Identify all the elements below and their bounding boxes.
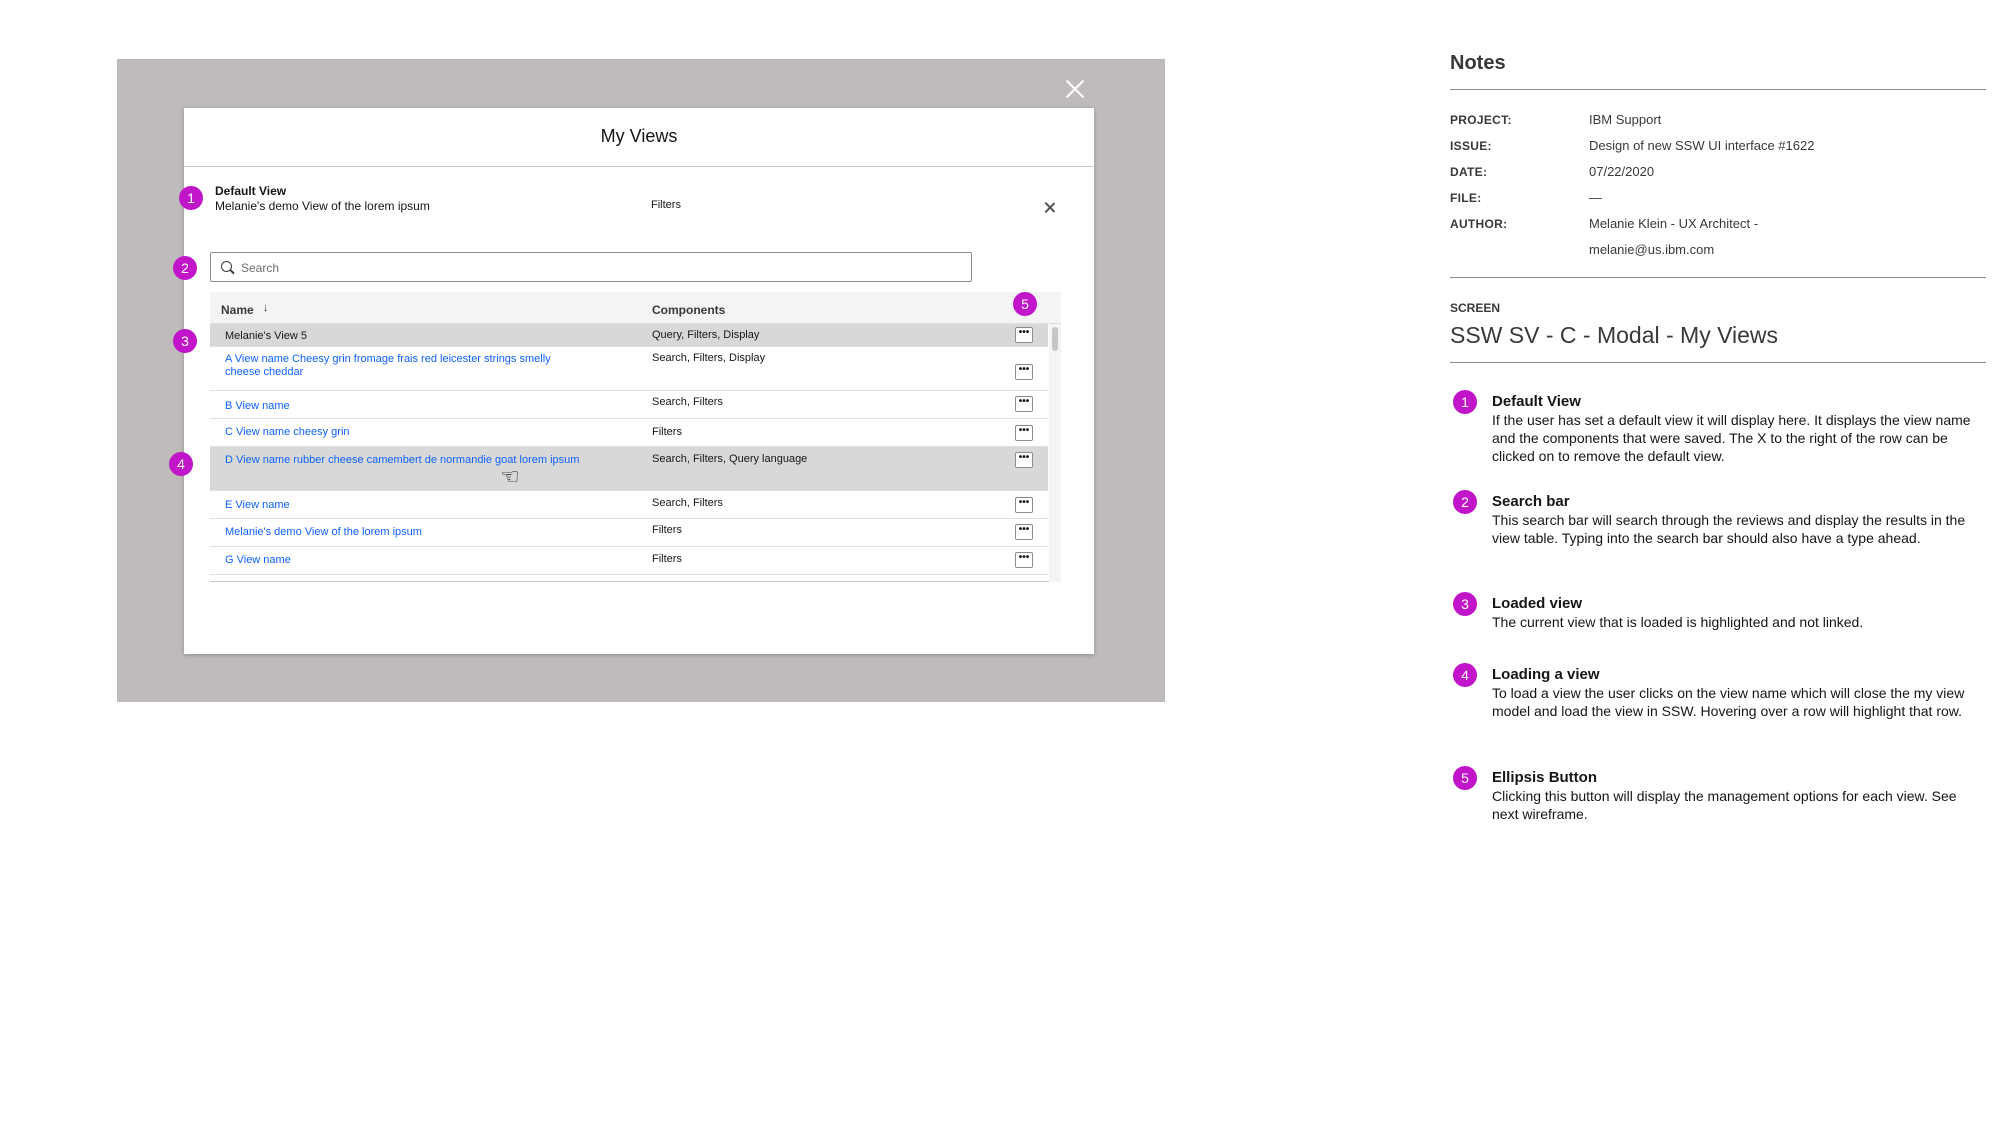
column-header-name[interactable]: Name — [221, 303, 254, 317]
note-title: Default View — [1492, 393, 1581, 410]
view-name-link[interactable]: B View name — [225, 400, 585, 413]
view-name-link[interactable]: A View name Cheesy grin fromage frais re… — [225, 353, 585, 379]
view-name-link[interactable]: D View name rubber cheese camembert de n… — [225, 454, 585, 467]
view-components: Search, Filters, Display — [652, 352, 766, 364]
search-input[interactable] — [241, 259, 941, 277]
table-body: Melanie's View 5 Query, Filters, Display… — [210, 324, 1061, 582]
meta-value: IBM Support — [1589, 112, 1662, 127]
note-badge: 3 — [1453, 592, 1477, 616]
table-row[interactable]: C View name cheesy grin Filters ••• — [210, 419, 1048, 447]
ellipsis-button[interactable]: ••• — [1015, 452, 1033, 468]
default-view-name: Melanie's demo View of the lorem ipsum — [215, 199, 430, 213]
column-header-components: Components — [652, 303, 726, 317]
table-row[interactable]: A View name Cheesy grin fromage frais re… — [210, 347, 1048, 391]
view-name-link[interactable]: C View name cheesy grin — [225, 426, 585, 439]
notes-divider — [1450, 89, 1986, 90]
note-badge: 2 — [1453, 490, 1477, 514]
ellipsis-button[interactable]: ••• — [1015, 497, 1033, 513]
table-row[interactable]: Melanie's demo View of the lorem ipsum F… — [210, 519, 1048, 547]
table-row[interactable]: E View name Search, Filters ••• — [210, 491, 1048, 519]
meta-value: 07/22/2020 — [1589, 164, 1655, 179]
screen-title: SSW SV - C - Modal - My Views — [1450, 322, 1779, 348]
scrollbar-thumb[interactable] — [1052, 327, 1058, 351]
note-title: Ellipsis Button — [1492, 769, 1597, 786]
view-components: Query, Filters, Display — [652, 329, 760, 341]
table-row-hover[interactable]: D View name rubber cheese camembert de n… — [210, 447, 1048, 491]
note-text: This search bar will search through the … — [1492, 512, 1966, 546]
annotation-badge-2: 2 — [173, 256, 197, 280]
ellipsis-button[interactable]: ••• — [1015, 552, 1033, 568]
remove-default-view-icon[interactable] — [1042, 200, 1058, 216]
search-icon — [221, 261, 232, 272]
meta-label: DATE: — [1450, 165, 1488, 179]
annotation-badge-3: 3 — [173, 329, 197, 353]
ellipsis-button[interactable]: ••• — [1015, 524, 1033, 540]
view-components: Search, Filters — [652, 396, 723, 408]
view-components: Filters — [652, 524, 682, 536]
meta-label: AUTHOR: — [1450, 217, 1508, 231]
modal-divider — [184, 166, 1094, 167]
note-badge: 1 — [1453, 390, 1477, 414]
note-text: If the user has set a default view it wi… — [1492, 412, 1971, 464]
annotation-badge-1: 1 — [179, 186, 203, 210]
view-components: Filters — [652, 426, 682, 438]
notes-divider — [1450, 277, 1986, 278]
view-name-link[interactable]: E View name — [225, 499, 585, 512]
notes-divider — [1450, 362, 1986, 363]
table-header: Name ↓ Components — [210, 292, 1061, 324]
note-text: To load a view the user clicks on the vi… — [1492, 685, 1965, 719]
meta-label: FILE: — [1450, 191, 1482, 205]
modal-title: My Views — [600, 126, 678, 146]
note-title: Loaded view — [1492, 595, 1583, 612]
ellipsis-button[interactable]: ••• — [1015, 327, 1033, 343]
annotation-badge-5: 5 — [1013, 292, 1037, 316]
views-table: Name ↓ Components Melanie's View 5 Query… — [210, 292, 1061, 582]
arrow-down-icon[interactable]: ↓ — [263, 302, 269, 314]
default-view-row: Default View Melanie's demo View of the … — [215, 184, 1075, 220]
default-view-components: Filters — [651, 199, 681, 211]
table-row[interactable]: G View name Filters ••• — [210, 547, 1048, 575]
meta-label: ISSUE: — [1450, 139, 1492, 153]
view-components: Filters — [652, 553, 682, 565]
ellipsis-button[interactable]: ••• — [1015, 396, 1033, 412]
note-badge: 5 — [1453, 766, 1477, 790]
table-row[interactable]: B View name Search, Filters ••• — [210, 391, 1048, 419]
overlay-close-icon[interactable] — [1058, 74, 1092, 108]
search-bar[interactable] — [210, 252, 972, 282]
ellipsis-button[interactable]: ••• — [1015, 364, 1033, 380]
table-scrollbar[interactable] — [1049, 324, 1061, 582]
ellipsis-button[interactable]: ••• — [1015, 425, 1033, 441]
view-name-link[interactable]: G View name — [225, 554, 585, 567]
notes-heading: Notes — [1450, 52, 1506, 74]
meta-value: Design of new SSW UI interface #1622 — [1589, 138, 1815, 153]
meta-value: Melanie Klein - UX Architect - melanie@u… — [1589, 216, 1759, 257]
note-text: The current view that is loaded is highl… — [1492, 614, 1864, 630]
note-badge: 4 — [1453, 663, 1477, 687]
view-name: Melanie's View 5 — [225, 330, 307, 342]
notes-panel: Notes PROJECT: IBM Support ISSUE: Design… — [1450, 0, 1990, 1139]
view-components: Search, Filters — [652, 497, 723, 509]
note-title: Loading a view — [1492, 666, 1600, 683]
note-title: Search bar — [1492, 493, 1570, 510]
view-components: Search, Filters, Query language — [652, 453, 808, 465]
note-text: Clicking this button will display the ma… — [1492, 788, 1957, 822]
screen-label: SCREEN — [1450, 301, 1501, 315]
meta-value: — — [1589, 190, 1602, 205]
default-view-heading: Default View — [215, 184, 287, 198]
table-row-loaded: Melanie's View 5 Query, Filters, Display… — [210, 324, 1048, 347]
meta-label: PROJECT: — [1450, 113, 1512, 127]
annotation-badge-4: 4 — [169, 452, 193, 476]
my-views-modal: My Views Default View Melanie's demo Vie… — [184, 108, 1094, 654]
view-name-link[interactable]: Melanie's demo View of the lorem ipsum — [225, 526, 585, 539]
